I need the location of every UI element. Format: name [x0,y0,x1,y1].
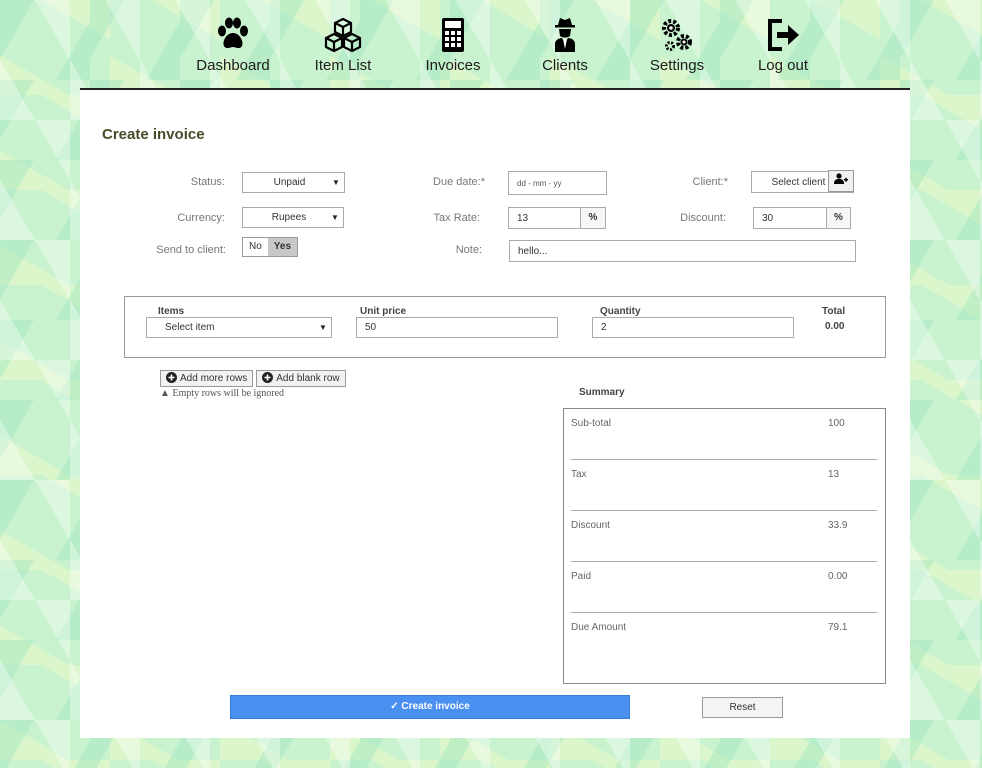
toggle-no-option[interactable]: No [243,238,268,256]
summary-value: 79.1 [828,622,848,633]
summary-label: Paid [571,571,592,582]
discount-input[interactable]: 30 [753,207,827,229]
unit-price-input[interactable]: 50 [356,317,558,338]
chevron-down-icon: ▼ [332,178,340,187]
sign-out-icon [743,16,823,56]
plus-circle-icon [262,371,274,386]
items-table: Items Unit price Quantity Total Select i… [124,296,886,358]
empty-rows-warning: ▲ Empty rows will be ignored [160,388,284,399]
plus-circle-icon [166,371,177,386]
nav-settings[interactable]: Settings [637,16,717,74]
summary-title: Summary [579,387,625,398]
nav-settings-label: Settings [649,57,705,74]
summary-row-discount: Discount 33.9 [571,511,877,562]
chevron-down-icon: ▼ [319,323,327,332]
add-blank-row-button[interactable]: Add blank row [256,370,346,387]
summary-value: 13 [828,469,840,480]
client-label: Client:* [692,176,728,188]
summary-label: Discount [571,520,610,531]
nav-clients-label: Clients [542,57,588,74]
currency-label: Currency: [177,212,225,224]
nav-item-list[interactable]: Item List [303,16,383,74]
row-total-value: 0.00 [825,321,845,332]
status-label: Status: [190,176,225,188]
currency-value: Rupees [271,212,307,223]
empty-rows-warning-text: Empty rows will be ignored [172,388,285,399]
item-select-value: Select item [165,322,215,333]
item-select[interactable]: Select item ▼ [146,317,332,338]
add-client-button[interactable] [828,170,854,192]
page-title: Create invoice [102,126,205,143]
add-blank-row-label: Add blank row [276,373,340,384]
unit-price-header: Unit price [360,306,407,317]
calculator-icon [413,16,493,56]
toggle-yes-option[interactable]: Yes [267,238,298,256]
discount-label: Discount: [680,212,726,224]
summary-row-tax: Tax 13 [571,460,877,511]
invoice-panel: Create invoice Status: Unpaid ▼ Due date… [80,88,910,738]
row-actions: Add more rows Add blank row [160,370,346,387]
cubes-icon [303,16,383,56]
status-select[interactable]: Unpaid ▼ [242,172,345,193]
items-header: Items [158,306,185,317]
status-value: Unpaid [273,177,306,188]
send-to-client-toggle[interactable]: No Yes [242,237,299,257]
add-more-rows-button[interactable]: Add more rows [160,370,254,387]
tax-rate-unit: % [580,207,606,229]
user-secret-icon [525,16,605,56]
warning-icon: ▲ [160,388,170,399]
summary-box: Sub-total 100 Tax 13 Discount 33.9 Paid … [563,408,886,684]
reset-button[interactable]: Reset [702,697,783,718]
due-date-field[interactable]: dd - mm - yy [508,171,607,195]
summary-value: 100 [828,418,845,429]
nav-dashboard[interactable]: Dashboard [193,16,273,74]
note-input[interactable]: hello... [509,240,856,262]
discount-unit: % [826,207,851,229]
nav-invoices-label: Invoices [425,57,481,74]
tax-rate-label: Tax Rate: [433,212,480,224]
summary-value: 0.00 [828,571,848,582]
nav-clients[interactable]: Clients [525,16,605,74]
quantity-input[interactable]: 2 [592,317,794,338]
top-navigation: Dashboard Item List Invoices Clients Set… [0,0,982,88]
tax-rate-input[interactable]: 13 [508,207,581,229]
summary-label: Tax [571,469,587,480]
send-to-client-label: Send to client: [156,244,226,256]
summary-row-due-amount: Due Amount 79.1 [571,613,877,664]
summary-value: 33.9 [828,520,848,531]
note-label: Note: [455,244,482,256]
quantity-header: Quantity [600,306,641,317]
add-more-rows-label: Add more rows [180,373,248,384]
currency-select[interactable]: Rupees ▼ [242,207,344,228]
nav-invoices[interactable]: Invoices [413,16,493,74]
due-date-label: Due date:* [433,176,485,188]
nav-dashboard-label: Dashboard [196,57,270,74]
nav-item-list-label: Item List [314,57,372,74]
chevron-down-icon: ▼ [331,213,339,222]
summary-row-subtotal: Sub-total 100 [571,409,877,460]
summary-label: Sub-total [571,418,612,429]
nav-logout-label: Log out [757,57,809,74]
total-header: Total [822,306,846,317]
nav-logout[interactable]: Log out [743,16,823,74]
cogs-icon [637,16,717,56]
client-value: Select client [771,176,826,188]
summary-row-paid: Paid 0.00 [571,562,877,613]
user-plus-icon [834,172,848,190]
create-invoice-button[interactable]: ✓ Create invoice [230,695,630,719]
summary-label: Due Amount [571,622,627,633]
paw-icon [193,16,273,56]
